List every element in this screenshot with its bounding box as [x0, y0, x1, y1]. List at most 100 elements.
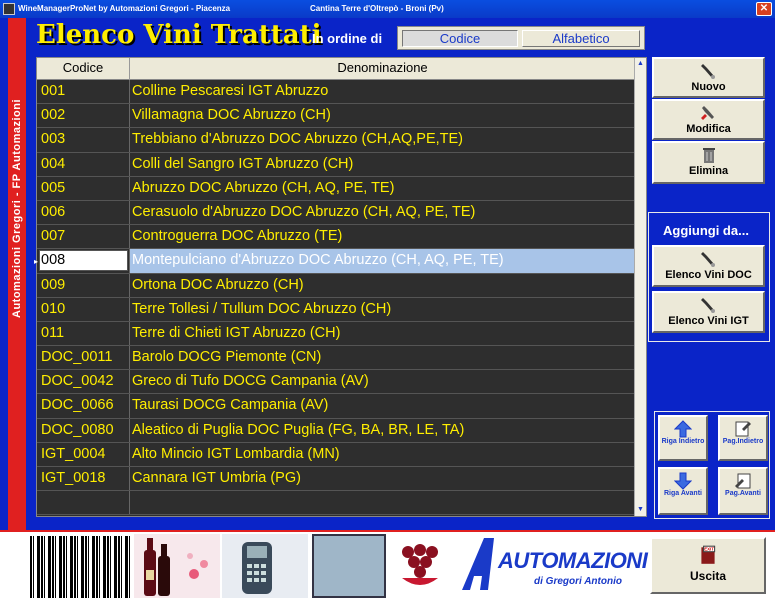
- elenco-vini-igt-label: Elenco Vini IGT: [668, 315, 749, 327]
- cell-denominazione[interactable]: Montepulciano d'Abruzzo DOC Abruzzo (CH,…: [132, 252, 504, 268]
- cell-codice[interactable]: DOC_0080: [41, 422, 114, 438]
- cell-denominazione[interactable]: Aleatico di Puglia DOC Puglia (FG, BA, B…: [132, 422, 464, 438]
- wine-bottle-icon: [700, 64, 715, 79]
- elimina-button[interactable]: Elimina: [652, 141, 765, 184]
- edit-bottle-icon: [700, 106, 714, 120]
- cell-denominazione[interactable]: Ortona DOC Abruzzo (CH): [132, 277, 304, 293]
- table-row[interactable]: [37, 491, 635, 516]
- table-row[interactable]: DOC_0011 Barolo DOCG Piemonte (CN): [37, 346, 635, 371]
- cell-denominazione[interactable]: Greco di Tufo DOCG Campania (AV): [132, 373, 369, 389]
- cell-codice[interactable]: 002: [41, 107, 65, 123]
- arrow-down-icon: [674, 472, 692, 490]
- cell-codice[interactable]: 010: [41, 301, 65, 317]
- cell-codice[interactable]: 007: [41, 228, 65, 244]
- order-alfabetico-button[interactable]: Alfabetico: [522, 30, 640, 47]
- column-divider: [129, 104, 130, 128]
- order-codice-button[interactable]: Codice: [402, 30, 518, 47]
- cell-denominazione[interactable]: Abruzzo DOC Abruzzo (CH, AQ, PE, TE): [132, 180, 394, 196]
- column-header-codice[interactable]: Codice: [37, 58, 130, 80]
- cell-codice[interactable]: 003: [41, 131, 65, 147]
- table-row[interactable]: 007 Controguerra DOC Abruzzo (TE): [37, 225, 635, 250]
- barcode-labels-image: [312, 534, 386, 598]
- grapes-image: [388, 534, 454, 598]
- cell-codice[interactable]: 004: [41, 156, 65, 172]
- table-row[interactable]: 001 Colline Pescaresi IGT Abruzzo: [37, 80, 635, 105]
- cell-denominazione[interactable]: Taurasi DOCG Campania (AV): [132, 397, 328, 413]
- cell-codice[interactable]: IGT_0004: [41, 446, 106, 462]
- table-row[interactable]: 010 Terre Tollesi / Tullum DOC Abruzzo (C…: [37, 297, 635, 322]
- table-row[interactable]: IGT_0004 Alto Mincio IGT Lombardia (MN): [37, 442, 635, 467]
- riga-avanti-button[interactable]: Riga Avanti: [658, 467, 708, 515]
- elenco-vini-doc-label: Elenco Vini DOC: [665, 269, 752, 281]
- nuovo-button[interactable]: Nuovo: [652, 57, 765, 98]
- nuovo-label: Nuovo: [691, 81, 726, 93]
- table-row[interactable]: 009 Ortona DOC Abruzzo (CH): [37, 273, 635, 298]
- cell-denominazione[interactable]: Cannara IGT Umbria (PG): [132, 470, 301, 486]
- brand-strip: Automazioni Gregori - FP Automazioni: [0, 18, 28, 530]
- scroll-down-icon[interactable]: ▼: [635, 504, 646, 516]
- cell-codice[interactable]: 006: [41, 204, 65, 220]
- wine-table[interactable]: Codice Denominazione 001 Colline Pescares…: [34, 57, 647, 517]
- riga-indietro-button[interactable]: Riga Indietro: [658, 415, 708, 461]
- table-row[interactable]: DOC_0042 Greco di Tufo DOCG Campania (AV): [37, 370, 635, 395]
- table-row[interactable]: 006 Cerasuolo d'Abruzzo DOC Abruzzo (CH, …: [37, 200, 635, 226]
- cell-codice[interactable]: 001: [41, 83, 65, 99]
- cell-codice[interactable]: DOC_0011: [41, 349, 112, 365]
- column-divider: [129, 249, 130, 273]
- pag-indietro-label: Pag.Indietro: [722, 438, 764, 445]
- cell-codice[interactable]: 009: [41, 277, 65, 293]
- pag-indietro-button[interactable]: Pag.Indietro: [718, 415, 768, 461]
- cell-denominazione[interactable]: Colli del Sangro IGT Abruzzo (CH): [132, 156, 353, 172]
- logo-text: AUTOMAZIONI: [498, 548, 648, 573]
- cell-codice[interactable]: 005: [41, 180, 65, 196]
- table-row[interactable]: 003 Trebbiano d'Abruzzo DOC Abruzzo (CH,A…: [37, 128, 635, 153]
- column-divider: [129, 442, 130, 466]
- column-divider: [129, 225, 130, 249]
- elenco-vini-igt-button[interactable]: Elenco Vini IGT: [652, 291, 765, 333]
- table-row[interactable]: DOC_0066 Taurasi DOCG Campania (AV): [37, 394, 635, 419]
- cell-codice[interactable]: IGT_0018: [41, 470, 106, 486]
- logo-a-mark-icon: [462, 538, 494, 590]
- order-label: In ordine di: [312, 31, 383, 46]
- brand-vertical-text: Automazioni Gregori - FP Automazioni: [11, 98, 23, 318]
- cell-denominazione[interactable]: Terre di Chieti IGT Abruzzo (CH): [132, 325, 340, 341]
- table-row[interactable]: DOC_0080 Aleatico di Puglia DOC Puglia (F…: [37, 418, 635, 443]
- page-up-icon: [735, 421, 751, 437]
- pag-avanti-button[interactable]: Pag.Avanti: [718, 467, 768, 515]
- uscita-button[interactable]: EXIT Uscita: [650, 537, 766, 594]
- table-row[interactable]: ▸ 008 Montepulciano d'Abruzzo DOC Abruzzo …: [34, 249, 635, 274]
- column-divider: [129, 394, 130, 418]
- modifica-button[interactable]: Modifica: [652, 99, 765, 140]
- column-divider: [129, 370, 130, 394]
- table-row[interactable]: 002 Villamagna DOC Abruzzo (CH): [37, 104, 635, 129]
- table-row[interactable]: 005 Abruzzo DOC Abruzzo (CH, AQ, PE, TE): [37, 176, 635, 201]
- cell-codice[interactable]: 011: [41, 325, 64, 341]
- exit-sign-text: EXIT: [704, 547, 714, 552]
- table-row[interactable]: IGT_0018 Cannara IGT Umbria (PG): [37, 467, 635, 492]
- cell-denominazione[interactable]: Controguerra DOC Abruzzo (TE): [132, 228, 342, 244]
- column-divider: [129, 200, 130, 225]
- cell-denominazione[interactable]: Colline Pescaresi IGT Abruzzo: [132, 83, 328, 99]
- elenco-vini-doc-button[interactable]: Elenco Vini DOC: [652, 245, 765, 287]
- cell-codice[interactable]: 008: [41, 252, 65, 268]
- close-button[interactable]: ✕: [756, 2, 772, 16]
- column-header-denominazione[interactable]: Denominazione: [130, 58, 635, 80]
- column-divider: [129, 273, 130, 297]
- row-pointer-icon: ▸: [34, 257, 39, 267]
- scroll-up-icon[interactable]: ▲: [635, 58, 646, 70]
- cell-codice[interactable]: DOC_0042: [41, 373, 114, 389]
- column-divider: [129, 467, 130, 491]
- vertical-scrollbar[interactable]: ▲ ▼: [634, 58, 646, 516]
- trash-icon: [702, 148, 715, 163]
- table-row[interactable]: 011 Terre di Chieti IGT Abruzzo (CH): [37, 321, 635, 347]
- cell-denominazione[interactable]: Terre Tollesi / Tullum DOC Abruzzo (CH): [132, 301, 391, 317]
- cell-denominazione[interactable]: Trebbiano d'Abruzzo DOC Abruzzo (CH,AQ,P…: [132, 131, 463, 147]
- cell-codice[interactable]: DOC_0066: [41, 397, 114, 413]
- cell-denominazione[interactable]: Alto Mincio IGT Lombardia (MN): [132, 446, 340, 462]
- table-header: Codice Denominazione: [37, 58, 635, 80]
- wine-bottles-image: [134, 534, 220, 598]
- table-row[interactable]: 004 Colli del Sangro IGT Abruzzo (CH): [37, 152, 635, 177]
- cell-denominazione[interactable]: Cerasuolo d'Abruzzo DOC Abruzzo (CH, AQ,…: [132, 204, 475, 220]
- cell-denominazione[interactable]: Barolo DOCG Piemonte (CN): [132, 349, 321, 365]
- cell-denominazione[interactable]: Villamagna DOC Abruzzo (CH): [132, 107, 331, 123]
